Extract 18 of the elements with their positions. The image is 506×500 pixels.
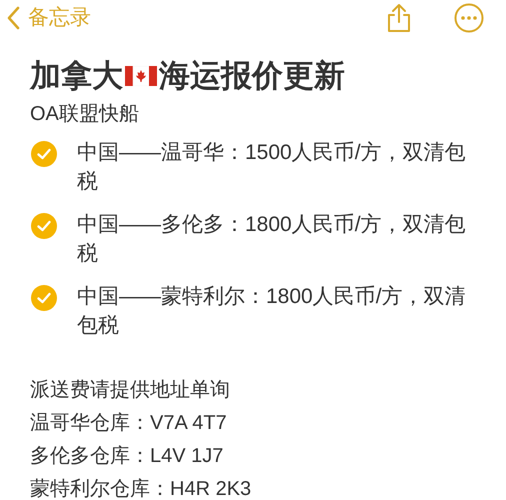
note-line: 温哥华仓库：V7A 4T7 [30,411,228,436]
canada-flag-icon [125,66,157,86]
checkbox-icon[interactable] [31,213,57,239]
back-button[interactable]: 备忘录 [6,2,91,34]
note-line: 派送费请提供地址单询 [30,378,231,403]
note-line: 蒙特利尔仓库：H4R 2K3 [30,477,252,500]
checklist-item-text: 中国——温哥华：1500人民币/方，双清包税 [77,140,467,195]
note-line: 多伦多仓库：L4V 1J7 [30,444,224,469]
note-title: 加拿大 [30,57,123,95]
back-chevron-icon [6,6,20,30]
more-icon[interactable] [454,3,484,33]
note-subtitle: OA联盟快船 [30,102,140,127]
share-icon[interactable] [386,3,412,33]
checkbox-icon[interactable] [31,141,57,167]
note-title: 海运报价更新 [159,57,345,95]
checkbox-icon[interactable] [31,285,57,311]
checklist-item-text: 中国——多伦多：1800人民币/方，双清包税 [77,212,467,267]
checklist-item-text: 中国——蒙特利尔：1800人民币/方，双清包税 [77,284,467,339]
